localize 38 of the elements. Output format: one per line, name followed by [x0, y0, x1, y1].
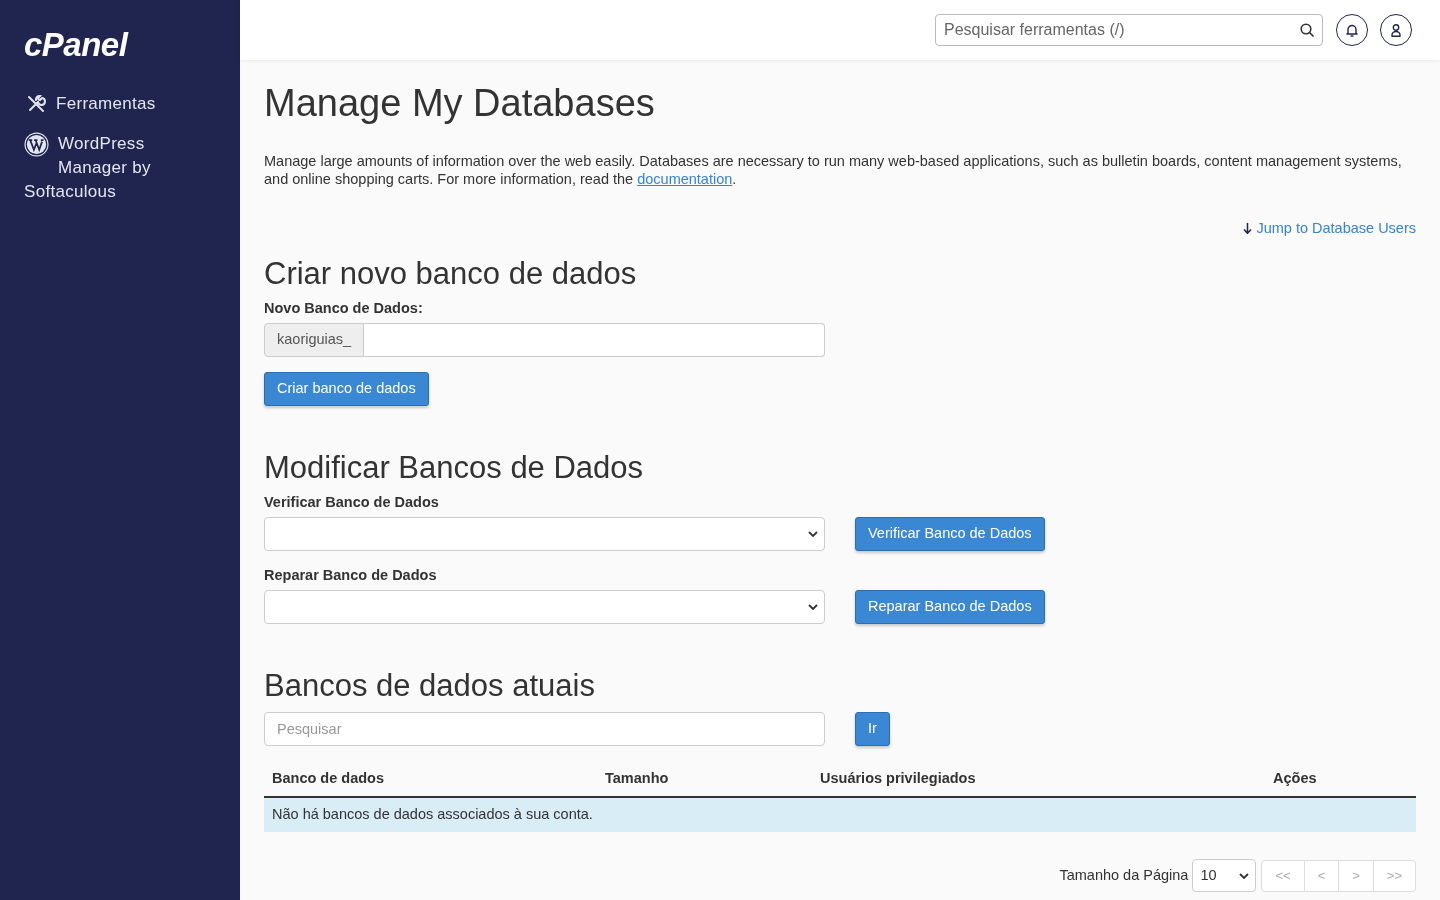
- wordpress-icon: [24, 132, 49, 157]
- section-heading: Bancos de dados atuais: [264, 668, 596, 704]
- section-heading: Modificar Bancos de Dados: [264, 450, 645, 486]
- column-header: Tamanho: [597, 761, 812, 797]
- column-header: Banco de dados: [264, 761, 597, 797]
- chevron-down-icon: [808, 604, 818, 610]
- column-header: Usuários privilegiados: [812, 761, 1265, 797]
- description-text: Manage large amounts of information over the web easily. Databases are necessary to run many web-based applications, such as bulletin boards, content management systems, and online shopping carts. For more information, read the documentation.: [264, 152, 1403, 188]
- sidebar-item[interactable]: WordPress Manager by Softaculous: [24, 132, 182, 204]
- sidebar-item[interactable]: Ferramentas: [24, 92, 182, 116]
- input-field[interactable]: [364, 323, 825, 357]
- prefix-addon: kaoriguias_: [264, 323, 365, 357]
- empty-table-message: Não há bancos de dados associados à sua conta.: [264, 797, 1416, 832]
- search-field[interactable]: Pesquisar: [264, 712, 825, 746]
- arrow-down-icon: [1243, 222, 1253, 234]
- logo: cPanel: [24, 26, 128, 64]
- create-database-button[interactable]: Criar banco de dados: [264, 372, 429, 406]
- go-button[interactable]: Ir: [855, 712, 890, 746]
- search-field[interactable]: Pesquisar ferramentas (/): [935, 14, 1323, 46]
- chevron-down-icon: [808, 531, 818, 537]
- select-field[interactable]: [264, 517, 825, 551]
- chevron-down-icon: [1239, 872, 1250, 879]
- page-size-select[interactable]: 10: [1192, 859, 1257, 892]
- user-icon: [1391, 23, 1401, 37]
- action-button[interactable]: Reparar Banco de Dados: [855, 590, 1045, 624]
- tools-icon: [26, 94, 46, 114]
- page-title: Manage My Databases: [264, 81, 656, 126]
- section-heading: Criar novo banco de dados: [264, 256, 638, 292]
- jump-link[interactable]: Jump to Database Users: [1243, 218, 1416, 238]
- field-label: Verificar Banco de Dados: [264, 493, 440, 512]
- field-label: Reparar Banco de Dados: [264, 566, 438, 585]
- bell-icon: [1346, 23, 1358, 37]
- search-icon: [1300, 23, 1314, 37]
- select-field[interactable]: [264, 590, 825, 624]
- field-label: Novo Banco de Dados:: [264, 299, 424, 318]
- action-button[interactable]: Verificar Banco de Dados: [855, 517, 1045, 551]
- column-header: Ações: [1265, 761, 1416, 797]
- page-size-label: Tamanho da Página: [1059, 865, 1189, 885]
